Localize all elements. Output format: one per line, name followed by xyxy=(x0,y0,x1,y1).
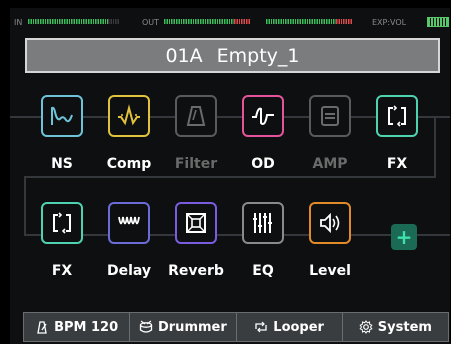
chain-line-connector xyxy=(24,176,436,178)
out-level-meter-right-peak xyxy=(336,19,352,24)
fx-label-reverb: Reverb xyxy=(168,263,224,279)
fx-block-comp[interactable] xyxy=(108,95,150,137)
preset-name: Empty_1 xyxy=(216,44,300,67)
out-meter-label: OUT xyxy=(142,18,160,27)
level-icon xyxy=(320,212,340,234)
out-level-meter-left-peak xyxy=(234,19,250,24)
tab-system-label: System xyxy=(377,319,432,335)
add-block-button[interactable]: + xyxy=(391,224,417,250)
fx-block-fx1[interactable] xyxy=(376,95,418,137)
noise-suppressor-icon xyxy=(51,106,73,125)
fx-label-fx1: FX xyxy=(386,156,408,172)
compressor-icon xyxy=(118,104,140,126)
fx-block-reverb[interactable] xyxy=(175,202,217,244)
fx-label-filter: Filter xyxy=(174,156,218,172)
bottom-tab-bar: BPM 120 Drummer Looper System xyxy=(23,312,449,342)
out-level-meter-left xyxy=(164,19,234,24)
chain-line-row2 xyxy=(24,234,450,236)
loop-icon xyxy=(255,321,267,333)
metronome-icon xyxy=(37,321,47,334)
fx-label-comp: Comp xyxy=(106,156,152,172)
fx-loop-icon xyxy=(53,212,71,234)
in-level-meter xyxy=(28,19,108,24)
filter-icon xyxy=(186,106,206,126)
amp-icon xyxy=(321,106,339,126)
fx-label-od: OD xyxy=(251,156,275,172)
fx-block-filter[interactable] xyxy=(175,95,217,137)
out-level-meter-right xyxy=(266,19,336,24)
fx-label-eq: EQ xyxy=(252,263,274,279)
fx-block-delay[interactable] xyxy=(108,202,150,244)
eq-icon xyxy=(253,213,272,233)
tab-bpm[interactable]: BPM 120 xyxy=(24,313,131,341)
tab-looper[interactable]: Looper xyxy=(237,313,343,341)
fx-label-ns: NS xyxy=(51,156,73,172)
fx-block-eq[interactable] xyxy=(242,202,284,244)
in-level-meter-empty xyxy=(108,19,120,24)
fx-block-amp[interactable] xyxy=(309,95,351,137)
preset-number: 01A xyxy=(165,44,203,67)
fx-loop-icon xyxy=(388,105,406,127)
drum-icon xyxy=(139,320,153,333)
exp-vol-label: EXP:VOL xyxy=(372,18,407,27)
chain-line-right-riser xyxy=(434,116,436,178)
tab-drummer-label: Drummer xyxy=(157,319,227,335)
delay-icon xyxy=(118,216,140,225)
fx-label-delay: Delay xyxy=(106,263,152,279)
level-meters: IN OUT EXP:VOL xyxy=(10,8,450,32)
gear-icon xyxy=(359,320,373,334)
chain-line-left-riser xyxy=(24,176,26,236)
device-screen: IN OUT EXP:VOL 01A Empty_1 NS Comp Filte xyxy=(10,8,450,344)
preset-display[interactable]: 01A Empty_1 xyxy=(25,38,440,73)
in-meter-label: IN xyxy=(14,18,23,27)
fx-label-level: Level xyxy=(309,263,351,279)
fx-block-level[interactable] xyxy=(309,202,351,244)
tab-looper-label: Looper xyxy=(273,319,324,335)
overdrive-icon xyxy=(252,107,274,125)
battery-icon xyxy=(427,17,449,27)
reverb-icon xyxy=(186,213,206,233)
tab-system[interactable]: System xyxy=(343,313,448,341)
tab-bpm-label: BPM 120 xyxy=(54,319,119,335)
fx-block-ns[interactable] xyxy=(41,95,83,137)
fx-label-amp: AMP xyxy=(312,156,348,172)
fx-block-fx2[interactable] xyxy=(41,202,83,244)
fx-block-od[interactable] xyxy=(242,95,284,137)
fx-label-fx2: FX xyxy=(51,263,73,279)
tab-drummer[interactable]: Drummer xyxy=(130,313,237,341)
